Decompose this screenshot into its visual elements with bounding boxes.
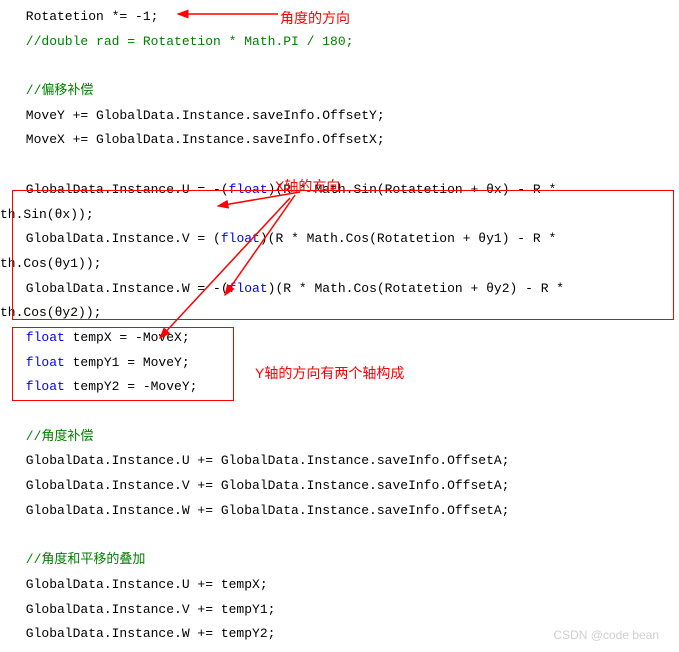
code-line: GlobalData.Instance.U += tempX; (18, 573, 679, 598)
code-line: th.Sin(θx)); (0, 203, 679, 228)
code-line: MoveY += GlobalData.Instance.saveInfo.Of… (18, 104, 679, 129)
code-line: th.Cos(θy2)); (0, 301, 679, 326)
code-line: float tempY2 = -MoveY; (18, 375, 679, 400)
watermark: CSDN @code bean (553, 624, 659, 647)
code-line: GlobalData.Instance.W = -(float)(R * Mat… (18, 277, 679, 302)
code-line: float tempX = -MoveX; (18, 326, 679, 351)
code-line: //角度补偿 (18, 425, 679, 450)
code-line: GlobalData.Instance.V += tempY1; (18, 598, 679, 623)
code-line (18, 523, 679, 548)
code-line: GlobalData.Instance.V += GlobalData.Inst… (18, 474, 679, 499)
code-line: GlobalData.Instance.U += GlobalData.Inst… (18, 449, 679, 474)
code-line: //角度和平移的叠加 (18, 548, 679, 573)
code-line: GlobalData.Instance.W += GlobalData.Inst… (18, 499, 679, 524)
code-block: Rotatetion *= -1; //double rad = Rotatet… (0, 0, 679, 652)
code-line: float tempY1 = MoveY; (18, 351, 679, 376)
code-line: //double rad = Rotatetion * Math.PI / 18… (18, 30, 679, 55)
code-line: Rotatetion *= -1; (18, 5, 679, 30)
code-line (18, 400, 679, 425)
code-line (18, 54, 679, 79)
code-line: //偏移补偿 (18, 79, 679, 104)
code-line: GlobalData.Instance.V = (float)(R * Math… (18, 227, 679, 252)
code-line: th.Cos(θy1)); (0, 252, 679, 277)
code-line: GlobalData.Instance.U = -(float)(R * Mat… (18, 178, 679, 203)
code-line: MoveX += GlobalData.Instance.saveInfo.Of… (18, 128, 679, 153)
code-line (18, 153, 679, 178)
